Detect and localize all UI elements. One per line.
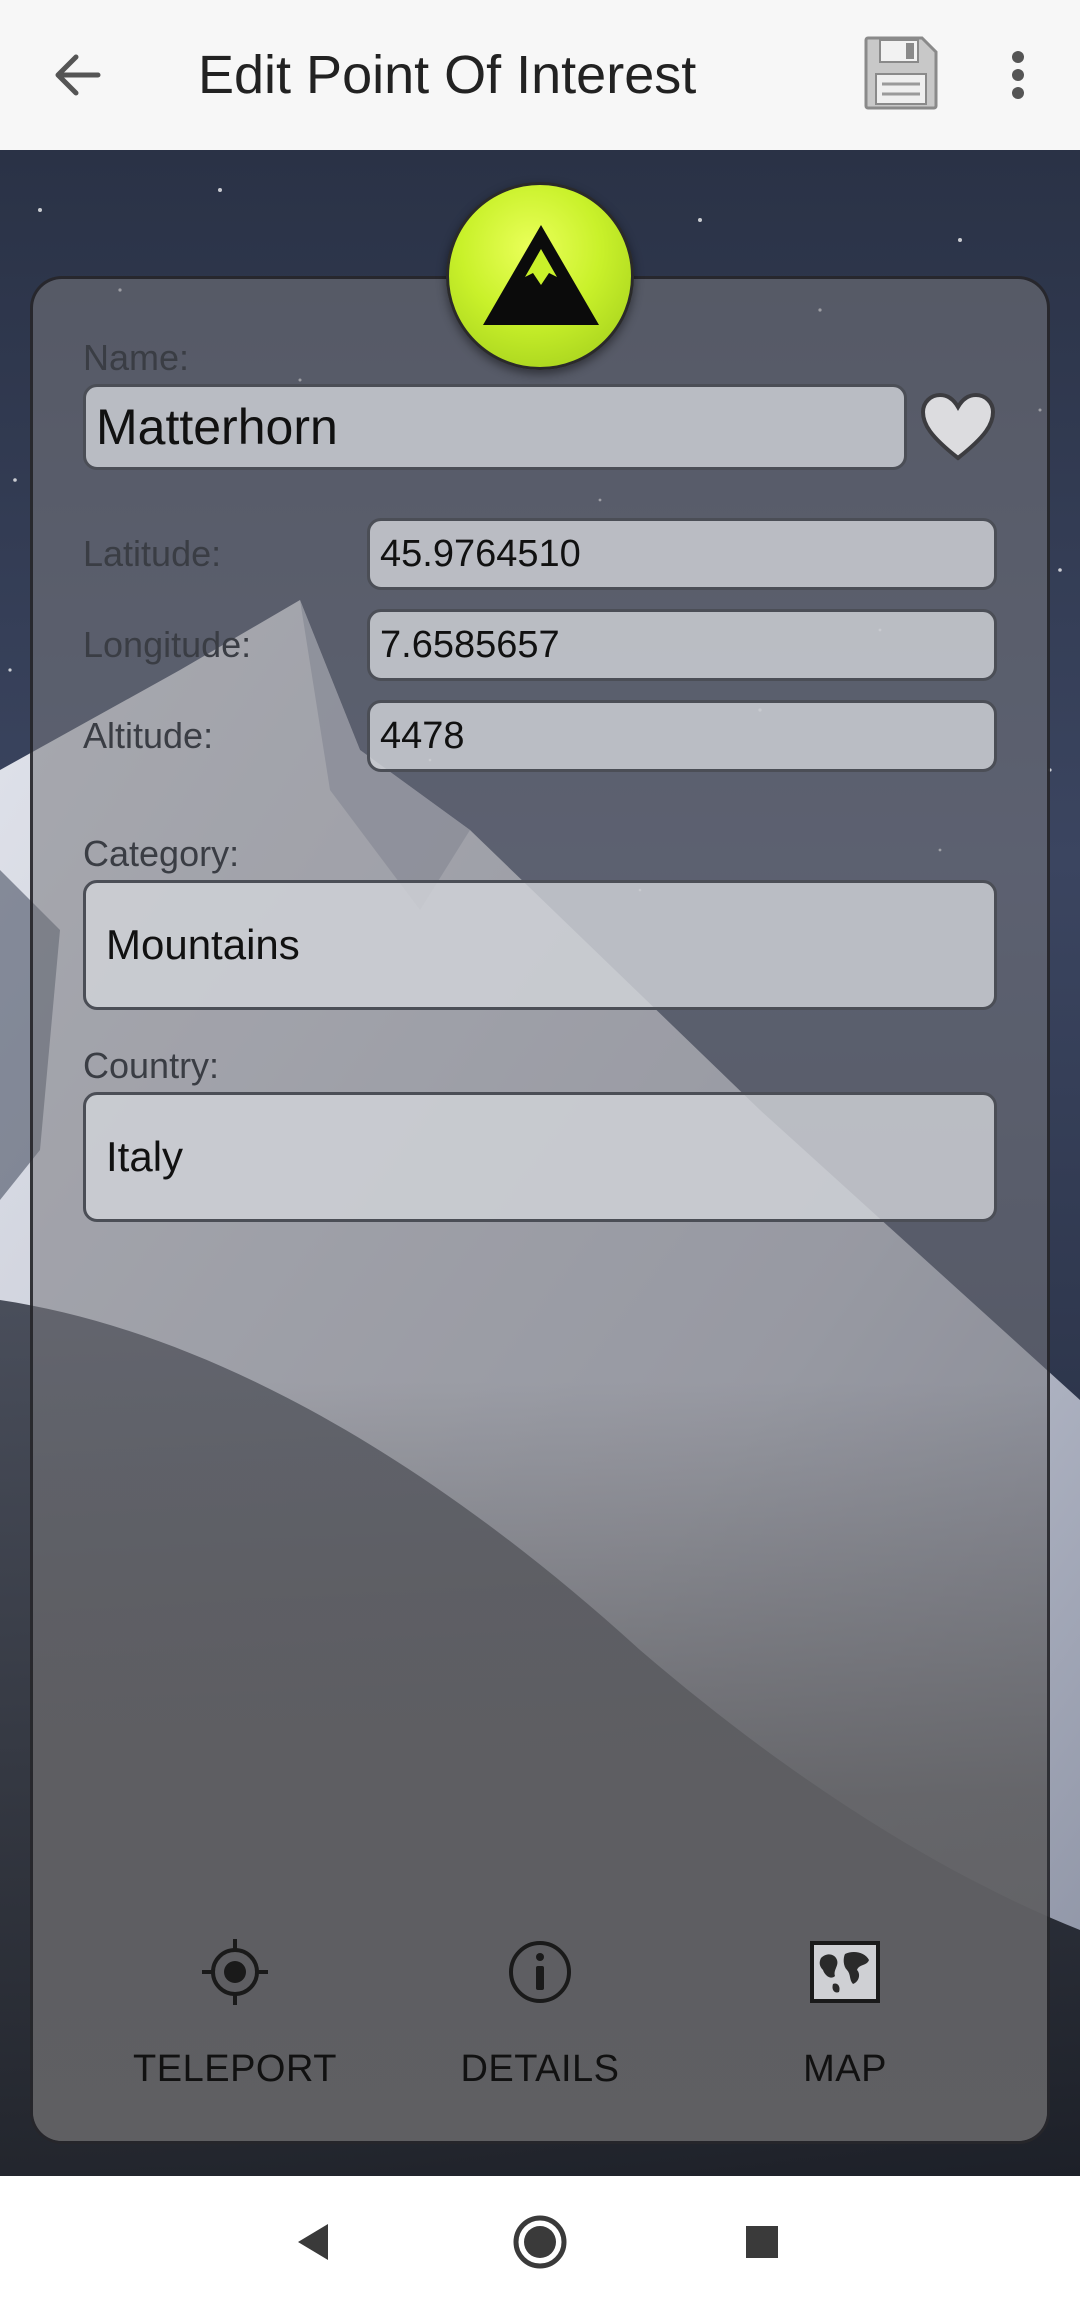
country-label: Country: [83, 1045, 220, 1086]
altitude-label: Altitude: [83, 715, 214, 756]
system-nav-bar [0, 2176, 1080, 2307]
floppy-disk-icon[interactable] [862, 34, 940, 112]
longitude-label: Longitude: [83, 624, 252, 665]
heart-icon[interactable] [920, 392, 996, 462]
nav-home-icon[interactable] [502, 2204, 578, 2280]
map-button[interactable]: MAP [735, 1932, 955, 2102]
details-label: DETAILS [460, 2048, 620, 2090]
map-label: MAP [803, 2048, 887, 2090]
teleport-label: TELEPORT [133, 2048, 337, 2090]
name-input[interactable]: Matterhorn [83, 384, 907, 470]
teleport-button[interactable]: TELEPORT [125, 1932, 345, 2102]
latitude-input[interactable]: 45.9764510 [367, 518, 997, 590]
category-label: Category: [83, 833, 240, 874]
back-arrow-icon[interactable] [40, 38, 114, 112]
country-dropdown[interactable]: Italy [83, 1092, 997, 1222]
latitude-label: Latitude: [83, 533, 222, 574]
page-title: Edit Point Of Interest [198, 45, 697, 105]
mountain-icon [446, 182, 634, 370]
app-bar: Edit Point Of Interest [0, 0, 1080, 150]
category-dropdown[interactable]: Mountains [83, 880, 997, 1010]
details-button[interactable]: DETAILS [430, 1932, 650, 2102]
info-icon [500, 1932, 580, 2012]
longitude-input[interactable]: 7.6585657 [367, 609, 997, 681]
world-map-icon [805, 1932, 885, 2012]
nav-back-icon[interactable] [274, 2204, 350, 2280]
name-label: Name: [83, 337, 190, 378]
more-vert-icon[interactable] [990, 38, 1046, 112]
crosshair-icon [195, 1932, 275, 2012]
altitude-input[interactable]: 4478 [367, 700, 997, 772]
nav-recents-icon[interactable] [724, 2204, 800, 2280]
